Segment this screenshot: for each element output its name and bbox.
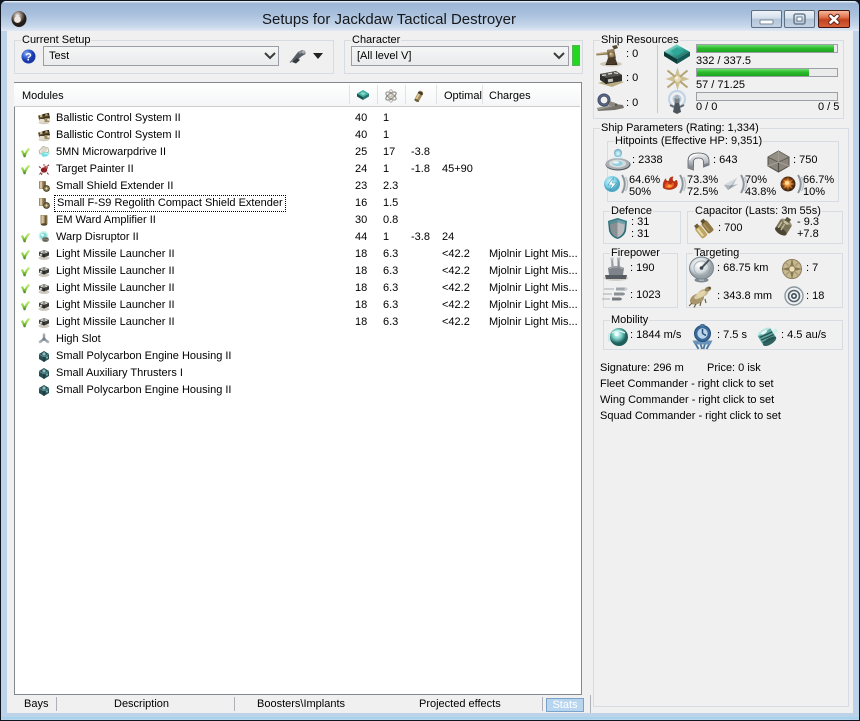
svg-text:?: ?: [25, 52, 32, 64]
